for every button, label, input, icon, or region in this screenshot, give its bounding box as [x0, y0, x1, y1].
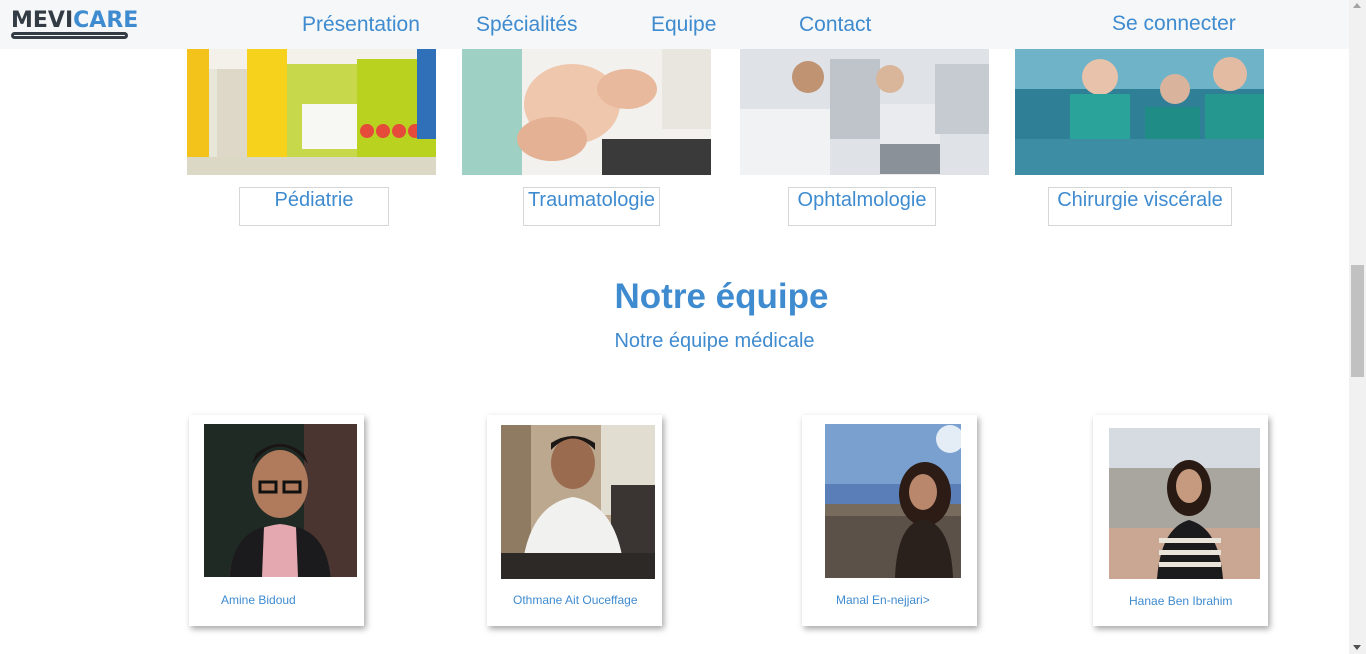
specialty-ophtalmologie[interactable]: Ophtalmologie: [788, 187, 936, 226]
logo-text: MEVICARE: [11, 8, 139, 33]
team-subtitle: Notre équipe médicale: [614, 330, 815, 352]
ophtalmologie-image: [740, 49, 989, 175]
nav-equipe[interactable]: Equipe: [651, 13, 716, 37]
nav-specialites[interactable]: Spécialités: [476, 13, 578, 37]
chirurgie-image: [1015, 49, 1264, 175]
member-card[interactable]: Hanae Ben Ibrahim: [1093, 415, 1268, 626]
member-card[interactable]: Othmane Ait Oucеffage: [487, 415, 662, 626]
member-photo: [501, 425, 655, 579]
member-photo: [825, 424, 961, 578]
logo[interactable]: MEVICARE: [11, 8, 138, 42]
scroll-down-arrow-icon[interactable]: [1353, 645, 1361, 650]
specialty-pediatrie[interactable]: Pédiatrie: [239, 187, 389, 226]
member-photo: [1109, 428, 1260, 579]
nav-contact[interactable]: Contact: [799, 13, 871, 37]
scroll-up-arrow-icon[interactable]: [1353, 3, 1361, 8]
specialty-traumatologie[interactable]: Traumatologie: [523, 187, 660, 226]
login-link[interactable]: Se connecter: [1112, 12, 1236, 36]
specialty-chirurgie[interactable]: Chirurgie viscérale: [1048, 187, 1232, 226]
traumatologie-image: [462, 49, 711, 175]
team-title: Notre équipe: [614, 277, 829, 316]
top-navbar: MEVICARE Présentation Spécialités Equipe…: [0, 0, 1349, 49]
scroll-thumb[interactable]: [1351, 265, 1364, 377]
member-name: Amine Bidoud: [221, 593, 296, 607]
vertical-scrollbar[interactable]: [1349, 0, 1366, 654]
member-photo: [204, 424, 357, 577]
logo-stethoscope-underline: [11, 32, 128, 39]
member-name: Othmane Ait Oucеffage: [513, 593, 638, 607]
member-card[interactable]: Amine Bidoud: [189, 415, 364, 626]
pediatrie-image: [187, 49, 436, 175]
member-name: Hanae Ben Ibrahim: [1129, 594, 1233, 608]
nav-presentation[interactable]: Présentation: [302, 13, 420, 37]
member-card[interactable]: Manal En-nejjari>: [802, 415, 977, 626]
member-name: Manal En-nejjari>: [836, 593, 930, 607]
